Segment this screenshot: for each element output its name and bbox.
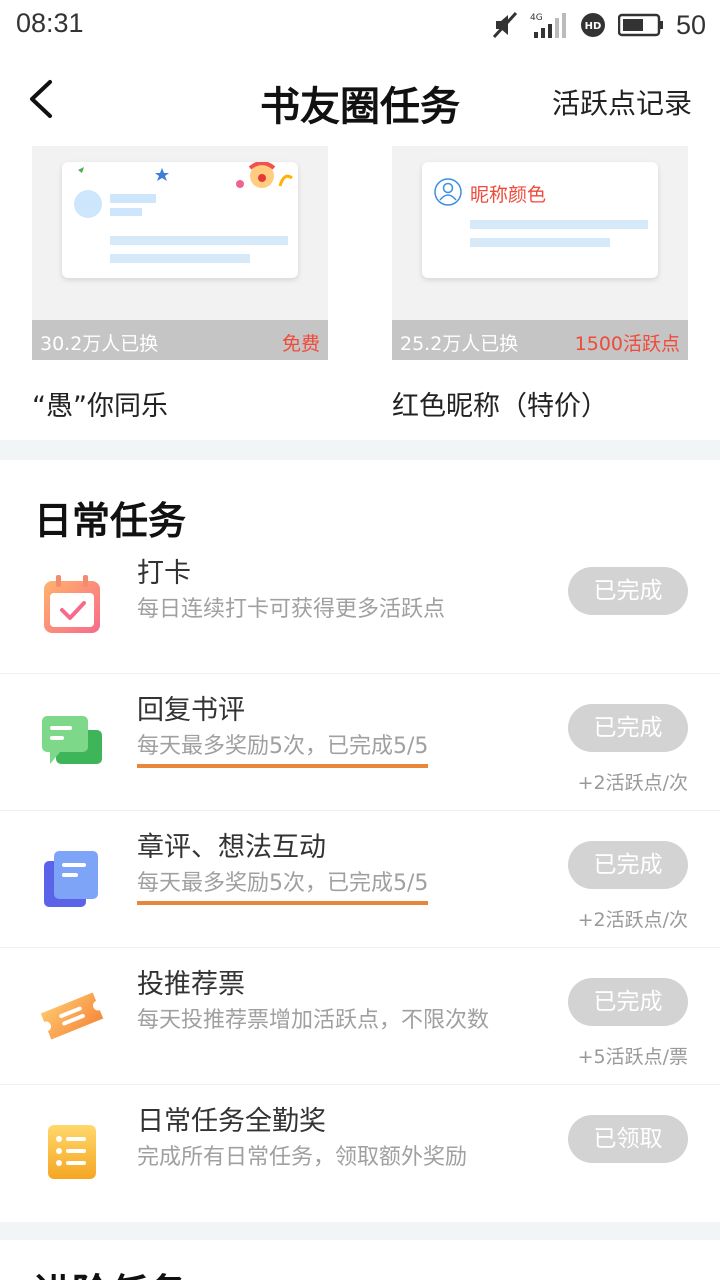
task-title: 回复书评 <box>137 695 245 726</box>
activity-record-link[interactable]: 活跃点记录 <box>552 82 692 122</box>
promo-item-red-nickname[interactable]: 昵称颜色 25.2万人已换 1500活跃点 红色昵称（特价） <box>392 146 688 423</box>
section-divider <box>0 1222 720 1240</box>
task-status-button[interactable]: 已领取 <box>568 1115 688 1163</box>
advanced-tasks-title: 进阶任务 <box>34 1262 186 1280</box>
task-title: 日常任务全勤奖 <box>137 1106 326 1137</box>
card-preview: 昵称颜色 <box>422 162 658 278</box>
task-status-button[interactable]: 已完成 <box>568 567 688 615</box>
exchange-count: 30.2万人已换 <box>40 333 159 355</box>
task-row-recommend-votes: 投推荐票 每天投推荐票增加活跃点，不限次数 已完成 +5活跃点/票 <box>0 948 720 1085</box>
task-desc: 每天投推荐票增加活跃点，不限次数 <box>137 1008 490 1033</box>
list-icon <box>48 1125 96 1179</box>
promo-price: 1500活跃点 <box>574 333 680 355</box>
ticket-icon <box>40 992 104 1040</box>
promo-image: 30.2万人已换 免费 <box>32 146 328 360</box>
task-reward: +2活跃点/次 <box>577 772 688 794</box>
hd-icon: HD <box>580 13 605 37</box>
section-divider <box>0 440 720 460</box>
promo-name: 红色昵称（特价） <box>392 391 608 422</box>
task-row-reply-review: 回复书评 每天最多奖励5次，已完成5/5 已完成 +2活跃点/次 <box>0 674 720 811</box>
card-preview <box>62 161 298 278</box>
task-row-chapter-comments: 章评、想法互动 每天最多奖励5次，已完成5/5 已完成 +2活跃点/次 <box>0 811 720 948</box>
document-stack-icon <box>44 851 98 907</box>
task-desc: 完成所有日常任务，领取额外奖励 <box>137 1145 468 1170</box>
status-bar: 08:31 4G HD 50 <box>0 0 720 50</box>
task-desc: 每天最多奖励5次，已完成5/5 <box>137 865 429 905</box>
task-row-full-attendance: 日常任务全勤奖 完成所有日常任务，领取额外奖励 已领取 <box>0 1085 720 1222</box>
status-icons: 4G HD 50 <box>492 8 706 42</box>
promo-info-bar: 30.2万人已换 免费 <box>32 320 328 360</box>
signal-icon: 4G <box>530 13 566 38</box>
task-status-button[interactable]: 已完成 <box>568 978 688 1026</box>
promo-item-fools-day[interactable]: 30.2万人已换 免费 “愚”你同乐 <box>32 146 328 423</box>
task-reward: +2活跃点/次 <box>577 909 688 931</box>
header: 书友圈任务 活跃点记录 <box>0 56 720 142</box>
task-title: 投推荐票 <box>137 969 245 1000</box>
task-title: 章评、想法互动 <box>137 832 326 863</box>
status-time: 08:31 <box>16 8 84 38</box>
battery-icon <box>617 13 663 37</box>
task-title: 打卡 <box>137 558 191 589</box>
task-row-checkin: 打卡 每日连续打卡可获得更多活跃点 已完成 <box>0 537 720 674</box>
battery-level: 50 <box>675 9 706 40</box>
chat-bubble-icon <box>42 716 102 764</box>
task-desc: 每日连续打卡可获得更多活跃点 <box>137 597 446 622</box>
network-label: 4G <box>530 13 543 23</box>
promo-name: “愚”你同乐 <box>32 391 168 422</box>
task-status-button[interactable]: 已完成 <box>568 841 688 889</box>
task-status-button[interactable]: 已完成 <box>568 704 688 752</box>
promo-image: 昵称颜色 25.2万人已换 1500活跃点 <box>392 146 688 360</box>
task-reward: +5活跃点/票 <box>577 1046 688 1068</box>
promo-info-bar: 25.2万人已换 1500活跃点 <box>392 320 688 360</box>
svg-text:HD: HD <box>585 21 602 32</box>
nickname-color-label: 昵称颜色 <box>470 184 547 206</box>
promo-price: 免费 <box>281 333 320 355</box>
calendar-icon <box>44 575 100 633</box>
mute-icon <box>492 11 518 39</box>
task-desc: 每天最多奖励5次，已完成5/5 <box>137 728 429 768</box>
card-preview-graphic <box>74 161 293 263</box>
exchange-count: 25.2万人已换 <box>400 333 519 355</box>
